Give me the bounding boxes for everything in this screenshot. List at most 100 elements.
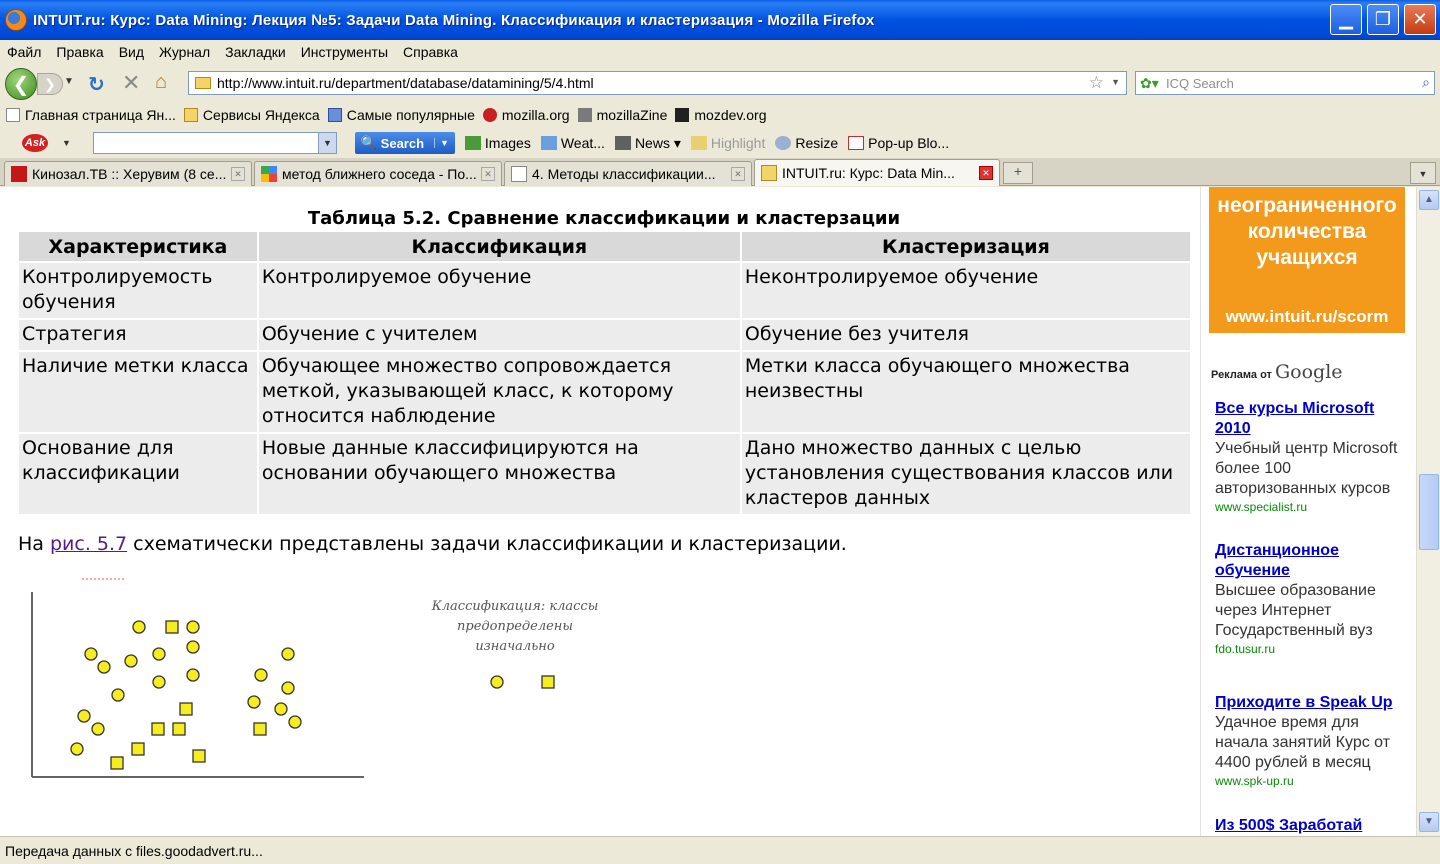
intuit-favicon-icon <box>761 165 777 181</box>
figure-caption-line: изначально <box>475 639 555 654</box>
status-text: Передача данных с files.goodadvert.ru... <box>5 842 263 859</box>
ask-logo[interactable]: Ask <box>22 134 48 152</box>
ask-search-button[interactable]: 🔍 Search ▼ <box>354 132 455 154</box>
ask-popup-blocker-button[interactable]: Pop-up Blo... <box>848 135 949 151</box>
ask-resize-button[interactable]: Resize <box>775 135 838 151</box>
bookmarks-toolbar: Главная страница Ян... Сервисы Яндекса С… <box>0 102 1440 128</box>
legend-circle <box>490 675 504 689</box>
mozdev-icon <box>675 108 690 122</box>
kinozal-favicon-icon <box>11 166 27 182</box>
close-window-button[interactable]: ✕ <box>1404 4 1436 35</box>
home-icon[interactable]: ⌂ <box>155 71 167 94</box>
table-cell: Основание для классификации <box>17 432 259 516</box>
ask-search-input[interactable]: ▼ <box>92 132 337 154</box>
intuit-scorm-banner[interactable]: неограниченного количества учащихся www.… <box>1209 187 1405 333</box>
square-point <box>131 742 145 756</box>
circle-point <box>77 709 91 723</box>
close-tab-icon[interactable]: ✕ <box>231 167 245 181</box>
ad-title-link[interactable]: Все курсы Microsoft 2010 <box>1215 399 1405 439</box>
figure-link[interactable]: рис. 5.7 <box>50 533 127 555</box>
bookmark-item[interactable]: mozillaZine <box>577 107 667 123</box>
ad-body: Учебный центр Microsoft более 100 автори… <box>1215 440 1398 497</box>
menu-help[interactable]: Справка <box>396 44 466 60</box>
maximize-button[interactable]: ❐ <box>1367 4 1399 35</box>
reload-icon[interactable]: ↻ <box>88 72 105 97</box>
new-tab-button[interactable]: + <box>1003 162 1033 184</box>
close-tab-icon[interactable]: ✕ <box>481 167 495 181</box>
tab-kinozal[interactable]: Кинозал.ТВ :: Херувим (8 се... ✕ <box>4 161 252 186</box>
circle-point <box>70 742 84 756</box>
square-point <box>110 756 124 770</box>
ask-weather-button[interactable]: Weat... <box>540 135 605 151</box>
tab-intuit-active[interactable]: INTUIT.ru: Курс: Data Min... ✕ <box>754 159 1000 186</box>
minimize-button[interactable]: ▁ <box>1330 4 1362 35</box>
circle-point <box>152 675 166 689</box>
ad-title-link[interactable]: Дистанционное обучение <box>1215 541 1405 581</box>
menu-bookmarks[interactable]: Закладки <box>218 44 294 60</box>
close-tab-icon[interactable]: ✕ <box>979 166 993 180</box>
menu-view[interactable]: Вид <box>112 44 152 60</box>
ask-highlight-button[interactable]: Highlight <box>690 135 765 151</box>
table-cell: Новые данные классифицируются на основан… <box>256 432 742 516</box>
chevron-down-icon[interactable]: ▼ <box>434 138 449 148</box>
scrollbar-thumb[interactable] <box>1419 474 1439 550</box>
tab-nearest-neighbor[interactable]: метод ближнего соседа - По... ✕ <box>254 161 502 186</box>
ask-news-button[interactable]: News ▾ <box>614 135 681 152</box>
ads-by-google[interactable]: Реклама от Google <box>1211 361 1343 383</box>
square-point <box>151 722 165 736</box>
ad-body: Удачное время для начала занятий Курс от… <box>1215 714 1391 771</box>
bookmark-item[interactable]: Главная страница Ян... <box>6 107 176 123</box>
ask-menu-dropdown-icon[interactable]: ▼ <box>62 138 71 148</box>
ad-title-link[interactable]: Из 500$ Заработай <box>1215 816 1405 836</box>
close-tab-icon[interactable]: ✕ <box>731 167 745 181</box>
ad-url[interactable]: www.spk-up.ru <box>1215 773 1405 789</box>
menu-file[interactable]: Файл <box>0 44 49 60</box>
ad-url[interactable]: www.specialist.ru <box>1215 499 1405 515</box>
table-cell: Неконтролируемое обучение <box>739 261 1193 320</box>
bookmark-star-icon[interactable]: ☆ <box>1089 73 1104 93</box>
ask-images-button[interactable]: Images <box>464 135 531 151</box>
stop-icon[interactable]: ✕ <box>122 70 140 96</box>
bookmark-item[interactable]: mozilla.org <box>482 107 570 123</box>
bookmark-item[interactable]: Сервисы Яндекса <box>183 107 320 123</box>
search-engine-icon[interactable]: ✿▾ <box>1136 75 1166 92</box>
circle-point <box>186 668 200 682</box>
ad-title-link[interactable]: Приходите в Speak Up <box>1215 693 1405 713</box>
menu-history[interactable]: Журнал <box>152 44 218 60</box>
scroll-up-arrow-icon[interactable]: ▲ <box>1419 190 1439 210</box>
vertical-scrollbar[interactable]: ▲ ▼ <box>1416 187 1440 836</box>
ask-history-dropdown-icon[interactable]: ▼ <box>317 133 336 153</box>
ad-item: Дистанционное обучение Высшее образовани… <box>1215 541 1405 657</box>
highlighter-icon <box>690 136 707 150</box>
search-input[interactable]: ✿▾ ICQ Search ⌕ <box>1135 71 1435 95</box>
popup-blocker-icon <box>848 136 865 150</box>
tab-list-dropdown-icon[interactable]: ▼ <box>1410 162 1436 184</box>
circle-point <box>274 702 288 716</box>
magnifier-icon[interactable]: ⌕ <box>1422 74 1430 91</box>
menu-tools[interactable]: Инструменты <box>294 44 396 60</box>
square-point <box>192 749 206 763</box>
bookmark-item[interactable]: Самые популярные <box>327 107 475 123</box>
circle-point <box>84 647 98 661</box>
page-icon <box>511 166 527 182</box>
tab-classification-methods[interactable]: 4. Методы классификации... ✕ <box>504 161 752 186</box>
ad-url[interactable]: fdo.tusur.ru <box>1215 641 1405 657</box>
ad-item: Из 500$ Заработай <box>1215 816 1405 836</box>
page-content: Таблица 5.2. Сравнение классификации и к… <box>0 187 1416 836</box>
images-icon <box>464 136 481 150</box>
url-dropdown-icon[interactable]: ▼ <box>1111 77 1120 87</box>
history-dropdown-icon[interactable]: ▼ <box>64 76 74 87</box>
square-point <box>172 722 186 736</box>
forward-arrow-icon[interactable]: ❯ <box>37 73 63 95</box>
bookmark-item[interactable]: mozdev.org <box>675 107 767 123</box>
ask-toolbar: Ask ▼ ▼ 🔍 Search ▼ Images Weat... News ▾ … <box>0 128 1440 158</box>
url-bar[interactable]: http://www.intuit.ru/department/database… <box>188 71 1127 95</box>
url-text[interactable]: http://www.intuit.ru/department/database… <box>217 75 594 91</box>
ad-sidebar: неограниченного количества учащихся www.… <box>1200 187 1416 836</box>
menu-edit[interactable]: Правка <box>49 44 111 60</box>
scroll-down-arrow-icon[interactable]: ▼ <box>1419 812 1439 832</box>
legend-square <box>541 675 555 689</box>
table-cell: Метки класса обучающего множества неизве… <box>739 350 1193 434</box>
table-cell: Наличие метки класса <box>17 350 259 434</box>
back-arrow-icon[interactable]: ❮ <box>5 68 37 100</box>
